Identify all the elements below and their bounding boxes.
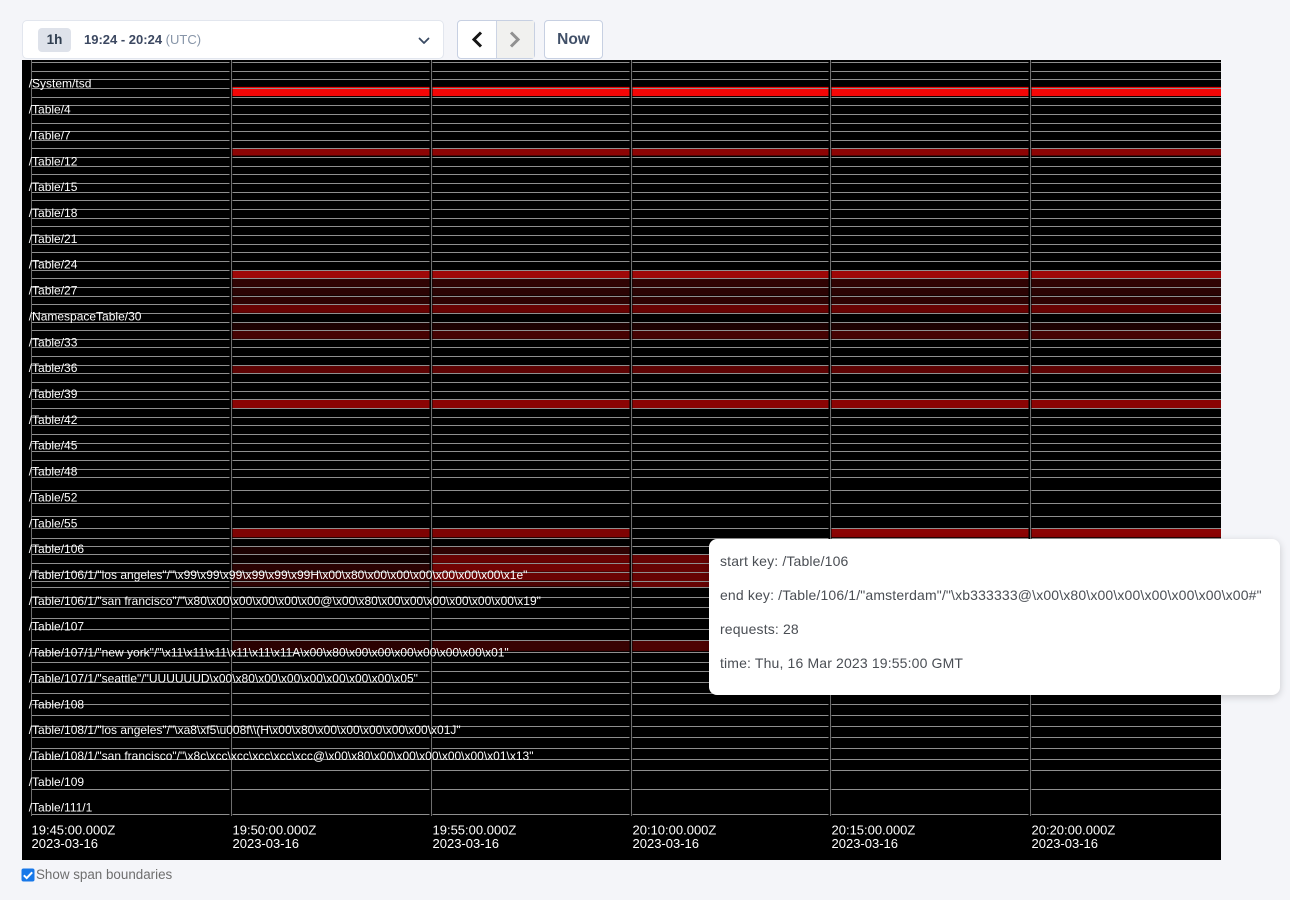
svg-text:/Table/45: /Table/45 <box>29 439 78 453</box>
svg-text:/Table/21: /Table/21 <box>29 232 78 246</box>
svg-text:/Table/108/1/"san francisco"/": /Table/108/1/"san francisco"/"\x8c\xcc\x… <box>29 749 534 763</box>
svg-text:2023-03-16: 2023-03-16 <box>433 836 500 851</box>
svg-text:/Table/111/1: /Table/111/1 <box>29 801 93 815</box>
svg-text:2023-03-16: 2023-03-16 <box>32 836 99 851</box>
svg-text:/System/tsd: /System/tsd <box>29 77 92 91</box>
svg-text:/Table/55: /Table/55 <box>29 516 78 530</box>
svg-text:2023-03-16: 2023-03-16 <box>233 836 300 851</box>
svg-text:2023-03-16: 2023-03-16 <box>1032 836 1099 851</box>
svg-text:/Table/12: /Table/12 <box>29 154 78 168</box>
svg-text:/Table/108/1/"los angeles"/"\x: /Table/108/1/"los angeles"/"\xa8\xf5\u00… <box>29 723 461 737</box>
svg-text:/Table/107: /Table/107 <box>29 620 85 634</box>
svg-text:/Table/106: /Table/106 <box>29 542 85 556</box>
svg-text:/Table/48: /Table/48 <box>29 465 78 479</box>
svg-text:/Table/106/1/"san francisco"/": /Table/106/1/"san francisco"/"\x80\x00\x… <box>29 594 541 608</box>
svg-text:/Table/7: /Table/7 <box>29 128 71 142</box>
svg-text:/Table/107/1/"seattle"/"UUUUUU: /Table/107/1/"seattle"/"UUUUUUD\x00\x80\… <box>29 671 418 685</box>
svg-text:/Table/106/1/"los angeles"/"\x: /Table/106/1/"los angeles"/"\x99\x99\x99… <box>29 568 528 582</box>
svg-text:/Table/4: /Table/4 <box>29 103 71 117</box>
svg-text:/Table/52: /Table/52 <box>29 490 78 504</box>
svg-text:/NamespaceTable/30: /NamespaceTable/30 <box>29 309 142 323</box>
svg-text:/Table/108: /Table/108 <box>29 697 85 711</box>
svg-text:/Table/18: /Table/18 <box>29 206 78 220</box>
svg-text:2023-03-16: 2023-03-16 <box>633 836 700 851</box>
svg-text:/Table/15: /Table/15 <box>29 180 78 194</box>
svg-text:/Table/107/1/"new york"/"\x11\: /Table/107/1/"new york"/"\x11\x11\x11\x1… <box>29 646 509 660</box>
svg-text:/Table/36: /Table/36 <box>29 361 78 375</box>
svg-text:2023-03-16: 2023-03-16 <box>832 836 899 851</box>
svg-text:/Table/42: /Table/42 <box>29 413 78 427</box>
svg-text:/Table/27: /Table/27 <box>29 284 78 298</box>
svg-text:/Table/109: /Table/109 <box>29 775 85 789</box>
svg-text:/Table/39: /Table/39 <box>29 387 78 401</box>
svg-text:/Table/24: /Table/24 <box>29 258 78 272</box>
svg-text:/Table/33: /Table/33 <box>29 335 78 349</box>
